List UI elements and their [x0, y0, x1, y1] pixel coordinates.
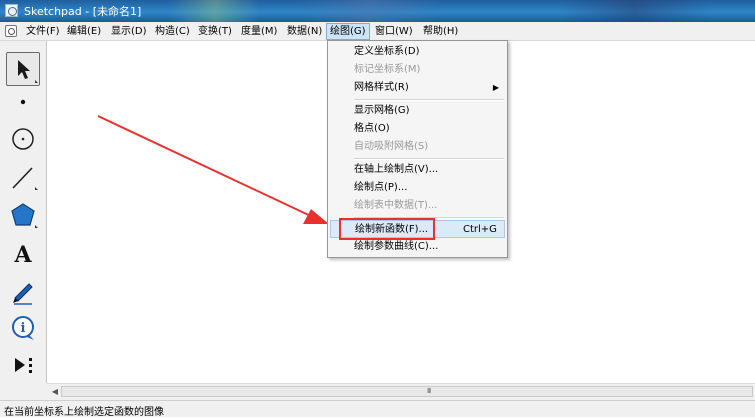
information-icon: i — [12, 316, 34, 340]
svg-text:i: i — [21, 321, 26, 336]
toolbox-footer — [0, 383, 47, 400]
menu-bar: 文件(F) 编辑(E) 显示(D) 构造(C) 变换(T) 度量(M) 数据(N… — [0, 22, 755, 41]
title-bar: Sketchpad - [未命名1] — [0, 0, 755, 22]
toolbox: A i — [0, 41, 47, 383]
scrollbar-grip-icon: III — [427, 387, 431, 395]
status-bar: 在当前坐标系上绘制选定函数的图像 — [0, 400, 755, 418]
menu-construct[interactable]: 构造(C) — [152, 24, 193, 39]
title-bar-background-decor — [300, 0, 440, 22]
menu-item-label: 绘制表中数据(T)... — [354, 200, 438, 211]
compass-tool[interactable] — [6, 122, 40, 156]
submenu-arrow-icon: ▶ — [492, 83, 499, 92]
menu-item-show-grid[interactable]: 显示网格(G) — [330, 102, 505, 120]
menu-item-label: 标记坐标系(M) — [354, 64, 421, 75]
menu-item-grid-style[interactable]: 网格样式(R) ▶ — [330, 79, 505, 97]
title-bar-background-decor — [560, 0, 710, 22]
marker-pen-icon — [13, 283, 33, 305]
menu-help[interactable]: 帮助(H) — [420, 24, 461, 39]
custom-tools-tool[interactable] — [6, 348, 40, 382]
menu-item-define-coordinate-system[interactable]: 定义坐标系(D) — [330, 43, 505, 61]
menu-item-label: 网格样式(R) — [354, 82, 409, 93]
menu-item-label: 格点(O) — [354, 123, 390, 134]
menu-item-label: 绘制点(P)... — [354, 182, 408, 193]
annotation-highlight-box — [339, 218, 435, 240]
menu-item-plot-points[interactable]: 绘制点(P)... — [330, 179, 505, 197]
arrow-select-tool[interactable] — [6, 52, 40, 86]
menu-item-label: 自动吸附网格(S) — [354, 141, 429, 152]
horizontal-scrollbar[interactable]: ◀ III — [47, 383, 755, 400]
menu-item-label: 在轴上绘制点(V)... — [354, 164, 439, 175]
menu-item-mark-coordinate-system[interactable]: 标记坐标系(M) — [330, 61, 505, 79]
point-tool[interactable] — [6, 85, 40, 119]
straightedge-icon — [12, 167, 38, 190]
menu-item-label: 绘制参数曲线(C)... — [354, 241, 439, 252]
compass-circle-icon — [12, 128, 34, 150]
menu-number[interactable]: 数据(N) — [284, 24, 325, 39]
menu-separator — [354, 99, 504, 101]
menu-transform[interactable]: 变换(T) — [195, 24, 235, 39]
menu-window[interactable]: 窗口(W) — [372, 24, 416, 39]
menu-item-plot-parametric-curve[interactable]: 绘制参数曲线(C)... — [330, 238, 505, 256]
menu-item-label: 定义坐标系(D) — [354, 46, 420, 57]
menu-file[interactable]: 文件(F) — [23, 24, 63, 39]
status-text: 在当前坐标系上绘制选定函数的图像 — [4, 407, 164, 418]
custom-tools-icon — [15, 358, 32, 373]
text-tool[interactable]: A — [6, 236, 40, 270]
sketchpad-app-icon — [5, 4, 18, 17]
shortcut-label: Ctrl+G — [463, 224, 497, 235]
menu-item-label: 显示网格(G) — [354, 105, 410, 116]
svg-text:A: A — [13, 242, 32, 268]
menu-separator — [354, 158, 504, 160]
polygon-icon — [11, 203, 38, 228]
menu-edit[interactable]: 编辑(E) — [64, 24, 104, 39]
text-icon: A — [13, 242, 32, 268]
polygon-tool[interactable] — [6, 198, 40, 232]
marker-tool[interactable] — [6, 274, 40, 308]
scroll-left-icon[interactable]: ◀ — [49, 386, 61, 398]
menu-item-plot-points-on-axis[interactable]: 在轴上绘制点(V)... — [330, 161, 505, 179]
title-bar-background-decor — [170, 0, 260, 22]
menu-measure[interactable]: 度量(M) — [238, 24, 280, 39]
menu-item-plot-table-data[interactable]: 绘制表中数据(T)... — [330, 197, 505, 215]
document-window-icon[interactable] — [5, 25, 17, 37]
arrow-select-icon — [18, 60, 38, 83]
straightedge-tool[interactable] — [6, 160, 40, 194]
scrollbar-thumb[interactable]: III — [61, 386, 753, 397]
menu-display[interactable]: 显示(D) — [108, 24, 150, 39]
menu-graph[interactable]: 绘图(G) — [326, 23, 370, 40]
information-tool[interactable]: i — [6, 311, 40, 345]
menu-item-snap-to-grid[interactable]: 自动吸附网格(S) — [330, 138, 505, 156]
window-title: Sketchpad - [未命名1] — [24, 5, 142, 18]
point-icon — [20, 99, 26, 105]
menu-item-grid-points[interactable]: 格点(O) — [330, 120, 505, 138]
